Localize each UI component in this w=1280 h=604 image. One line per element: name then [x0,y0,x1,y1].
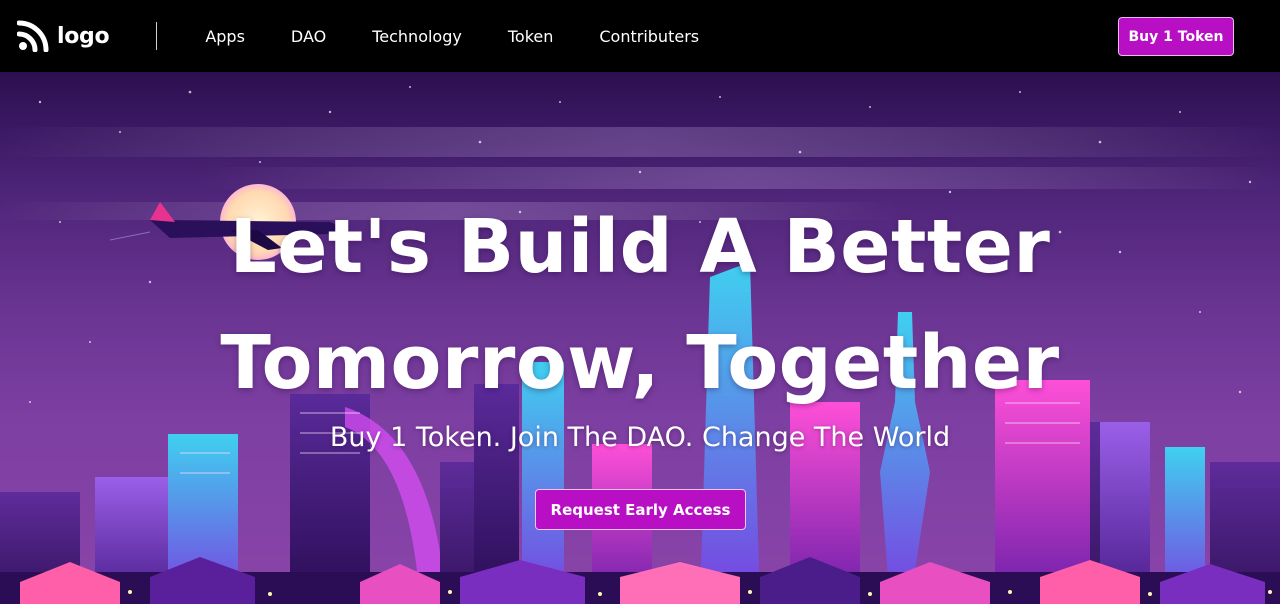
nav-divider [156,22,158,50]
nav-item-apps[interactable]: Apps [205,27,245,46]
nav-links: Apps DAO Technology Token Contributers [205,27,699,46]
nav-item-contributers[interactable]: Contributers [599,27,699,46]
hero-title-line2: Tomorrow, Together [220,320,1060,406]
top-navbar: logo Apps DAO Technology Token Contribut… [0,0,1280,72]
nav-item-technology[interactable]: Technology [372,27,462,46]
buy-token-button[interactable]: Buy 1 Token [1118,17,1234,56]
rss-feed-icon [17,20,49,52]
logo-text: logo [57,23,110,49]
logo-link[interactable]: logo [17,0,110,72]
nav-item-dao[interactable]: DAO [291,27,326,46]
nav-item-token[interactable]: Token [508,27,554,46]
request-early-access-button[interactable]: Request Early Access [535,489,746,530]
hero-subtitle: Buy 1 Token. Join The DAO. Change The Wo… [329,422,951,453]
hero-content: Let's Build A Better Tomorrow, Together … [0,72,1280,604]
hero-title-line1: Let's Build A Better [229,204,1051,290]
hero-section: Let's Build A Better Tomorrow, Together … [0,72,1280,604]
